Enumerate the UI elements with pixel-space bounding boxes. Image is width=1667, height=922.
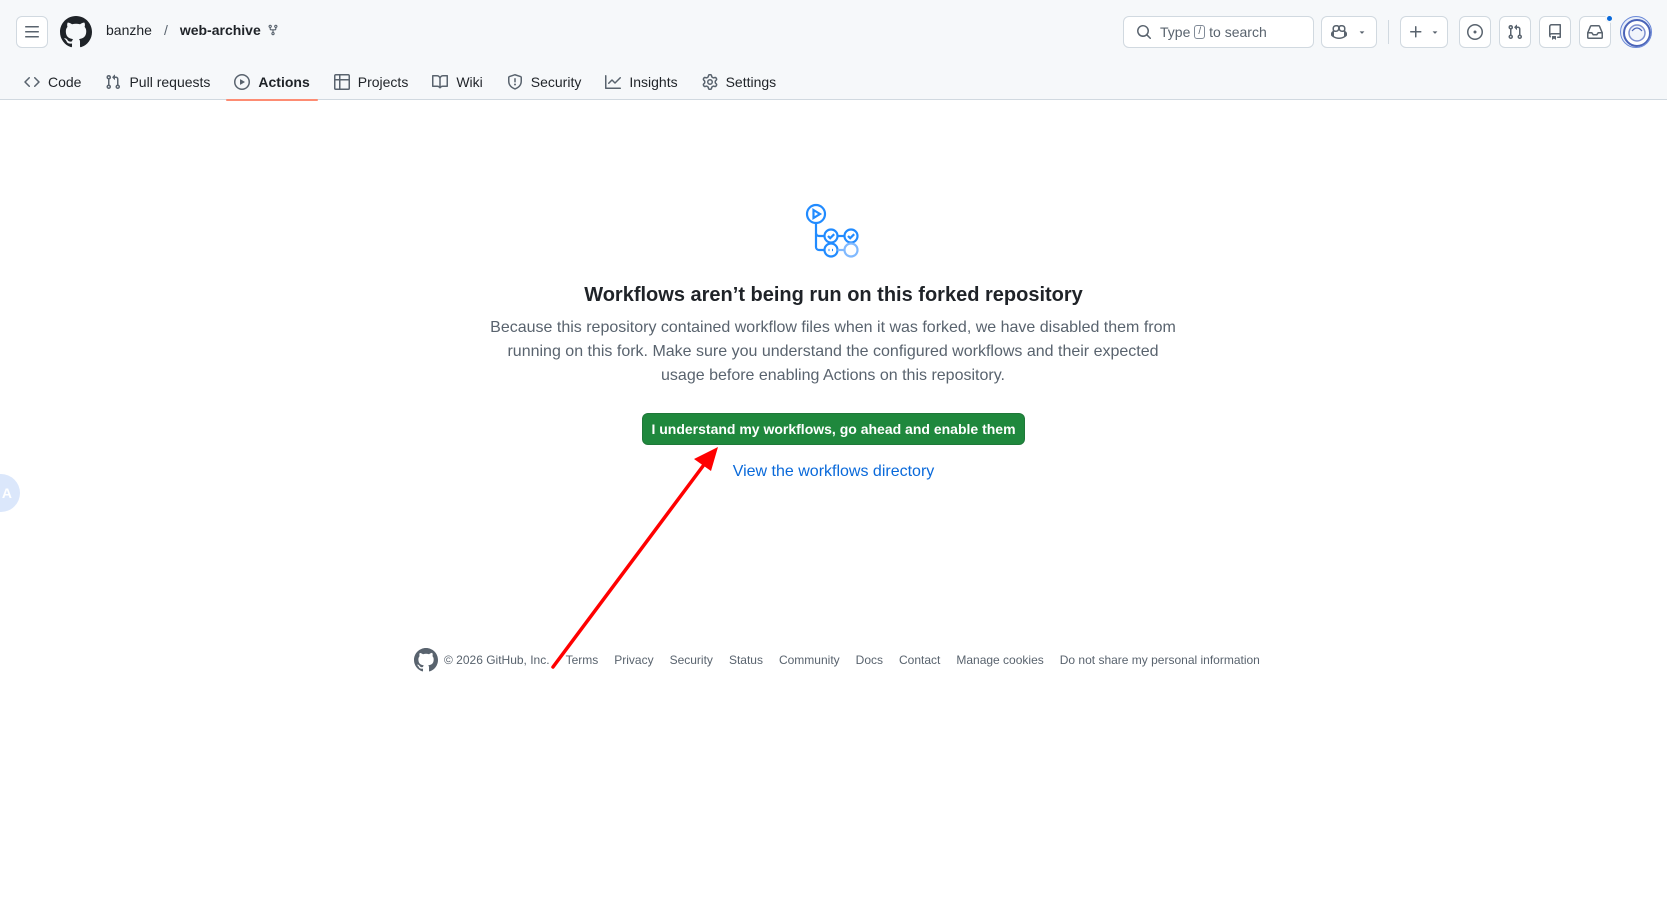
- tab-settings[interactable]: Settings: [694, 64, 785, 100]
- pull-requests-button[interactable]: [1499, 16, 1531, 48]
- enable-workflows-button[interactable]: I understand my workflows, go ahead and …: [642, 413, 1025, 445]
- code-icon: [24, 76, 40, 88]
- chevron-down-icon: [1432, 31, 1438, 34]
- page-title: Workflows aren’t being run on this forke…: [584, 284, 1083, 306]
- page-description: Because this repository contained workfl…: [490, 319, 1176, 384]
- hamburger-icon: [25, 26, 39, 38]
- tab-label: Pull requests: [129, 74, 211, 90]
- workflows-directory-link[interactable]: View the workflows directory: [733, 463, 935, 480]
- tab-label: Code: [48, 74, 82, 90]
- footer-link-do-not-share[interactable]: Do not share my personal information: [1060, 653, 1260, 667]
- workflow-icon: [805, 203, 859, 258]
- tab-pull-requests[interactable]: Pull requests: [97, 64, 218, 100]
- header-divider: [1388, 20, 1389, 44]
- shield-icon: [507, 74, 522, 90]
- github-footer-logo-icon[interactable]: [414, 648, 438, 672]
- footer-link-terms[interactable]: Terms: [566, 653, 599, 667]
- copilot-icon: [1331, 24, 1347, 40]
- translate-bubble-label: A: [1, 485, 12, 501]
- gear-icon: [702, 74, 717, 90]
- menu-button[interactable]: [16, 16, 48, 48]
- tab-label: Security: [530, 74, 582, 90]
- search-icon: [1137, 25, 1152, 40]
- annotation-arrow: [551, 447, 718, 669]
- tab-insights[interactable]: Insights: [597, 64, 685, 100]
- table-icon: [333, 74, 350, 90]
- github-logo-icon[interactable]: [60, 16, 92, 48]
- app-header: banzhe / web-archive Type / to search Co…: [0, 0, 1667, 101]
- tab-projects[interactable]: Projects: [326, 64, 417, 100]
- footer-link-manage-cookies[interactable]: Manage cookies: [956, 653, 1043, 667]
- footer-link-docs[interactable]: Docs: [856, 653, 883, 667]
- git-pull-request-icon: [1508, 24, 1523, 40]
- tab-label: Settings: [725, 74, 777, 90]
- repo-name-link[interactable]: web-archive: [180, 22, 261, 38]
- tab-security[interactable]: Security: [499, 64, 590, 100]
- book-icon: [432, 74, 449, 89]
- tab-label: Wiki: [456, 74, 483, 90]
- repo-icon: [1549, 24, 1561, 40]
- chevron-down-icon: [1359, 31, 1365, 34]
- play-icon: [234, 74, 251, 90]
- tab-label: Insights: [629, 74, 678, 90]
- top-bar: banzhe / web-archive Type / to search: [0, 0, 1667, 64]
- tab-label: Projects: [357, 74, 409, 90]
- tab-actions[interactable]: Actions: [226, 64, 319, 101]
- tab-wiki[interactable]: Wiki: [424, 64, 490, 100]
- plus-icon: [1410, 26, 1422, 38]
- footer-link-contact[interactable]: Contact: [899, 653, 940, 667]
- repositories-button[interactable]: [1539, 16, 1571, 48]
- repo-owner-link[interactable]: banzhe: [106, 22, 152, 38]
- search-placeholder-suffix: to search: [1209, 24, 1267, 40]
- tab-code[interactable]: Code: [16, 64, 89, 100]
- repo-tabs: Code Pull requests Actions Projects Wiki…: [16, 64, 792, 101]
- notification-dot: [1605, 14, 1614, 23]
- footer: © 2026 GitHub, Inc. Terms Privacy Securi…: [414, 648, 1276, 672]
- workflows-directory-link-wrapper: View the workflows directory: [0, 463, 1667, 481]
- footer-copyright: © 2026 GitHub, Inc.: [444, 653, 550, 667]
- issue-opened-icon: [1467, 24, 1483, 40]
- avatar[interactable]: [1620, 16, 1652, 48]
- graph-icon: [605, 75, 622, 89]
- search-shortcut-key: /: [1194, 25, 1206, 39]
- footer-link-status[interactable]: Status: [729, 653, 763, 667]
- search-placeholder-prefix: Type: [1160, 24, 1191, 40]
- git-pull-request-icon: [106, 74, 121, 90]
- copilot-button[interactable]: [1321, 16, 1377, 48]
- issues-button[interactable]: [1459, 16, 1491, 48]
- fork-icon: [267, 24, 279, 36]
- create-new-button[interactable]: [1400, 16, 1448, 48]
- tab-label: Actions: [258, 74, 310, 90]
- inbox-icon: [1587, 25, 1603, 39]
- search-input[interactable]: Type / to search: [1123, 16, 1314, 48]
- avatar-image-icon: [1623, 19, 1651, 47]
- breadcrumb-separator: /: [163, 22, 168, 38]
- breadcrumb: banzhe / web-archive: [106, 22, 279, 38]
- footer-link-community[interactable]: Community: [779, 653, 840, 667]
- footer-link-security[interactable]: Security: [670, 653, 713, 667]
- footer-link-privacy[interactable]: Privacy: [614, 653, 653, 667]
